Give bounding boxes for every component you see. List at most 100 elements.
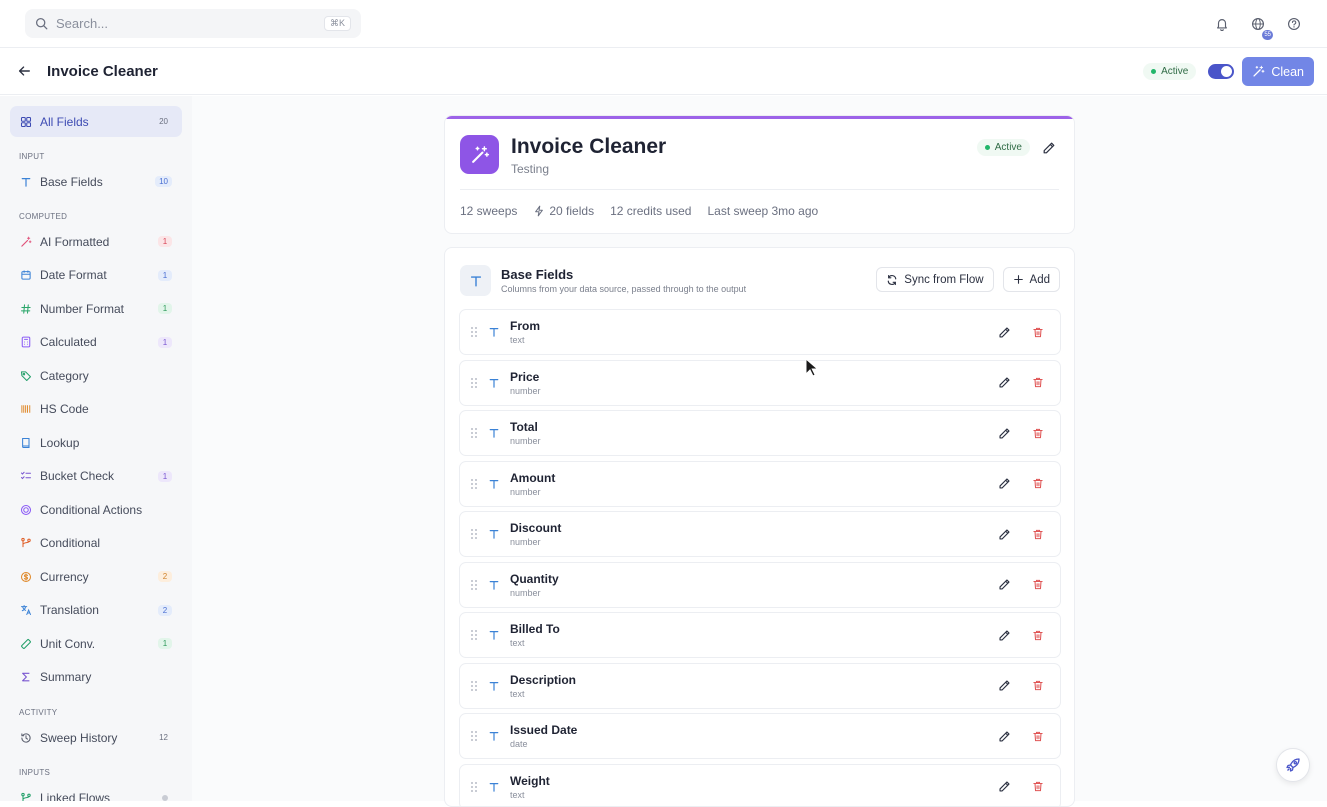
sidebar-item-label: Category [40, 369, 172, 383]
sidebar-item-base-fields[interactable]: Base Fields 10 [10, 166, 182, 197]
drag-handle-icon[interactable] [470, 478, 480, 490]
search-bar[interactable]: Search... ⌘K [25, 9, 361, 38]
sidebar-item-calculated[interactable]: Calculated 1 [10, 327, 182, 358]
bell-icon[interactable] [1212, 14, 1231, 33]
edit-pencil-icon[interactable] [998, 326, 1011, 339]
status-text: Active [995, 142, 1022, 153]
sidebar-item-label: Base Fields [40, 175, 155, 189]
edit-pencil-icon[interactable] [998, 679, 1011, 692]
edit-pencil-icon[interactable] [998, 477, 1011, 490]
drag-handle-icon[interactable] [470, 730, 480, 742]
field-row[interactable]: Weighttext [459, 764, 1061, 807]
trash-icon[interactable] [1032, 326, 1044, 339]
sidebar-item-label: Number Format [40, 302, 158, 316]
field-row[interactable]: Descriptiontext [459, 663, 1061, 709]
field-row[interactable]: Amountnumber [459, 461, 1061, 507]
sidebar-item-conditional-actions[interactable]: Conditional Actions [10, 494, 182, 525]
sidebar-item-summary[interactable]: Summary [10, 662, 182, 693]
wand-icon [1252, 65, 1265, 78]
field-name: Quantity [510, 572, 998, 586]
sidebar-item-count: 1 [158, 337, 172, 348]
field-row[interactable]: Discountnumber [459, 511, 1061, 557]
field-type: text [510, 689, 998, 699]
stats-row: 12 sweeps 20 fields 12 credits used Last… [460, 204, 818, 218]
drag-handle-icon[interactable] [470, 326, 480, 338]
sidebar-item-linked-flows[interactable]: Linked Flows [10, 782, 182, 801]
trash-icon[interactable] [1032, 376, 1044, 389]
field-row[interactable]: Billed Totext [459, 612, 1061, 658]
sidebar-item-sweep-history[interactable]: Sweep History 12 [10, 722, 182, 753]
trash-icon[interactable] [1032, 427, 1044, 440]
search-icon [35, 17, 48, 30]
sidebar-item-label: Conditional Actions [40, 503, 172, 517]
coin-icon [20, 571, 32, 583]
trash-icon[interactable] [1032, 477, 1044, 490]
sidebar-item-count: 1 [158, 303, 172, 314]
globe-icon[interactable]: 55 [1248, 14, 1267, 33]
sidebar-item-translation[interactable]: Translation 2 [10, 595, 182, 626]
ruler-icon [20, 638, 32, 650]
field-row[interactable]: Issued Datedate [459, 713, 1061, 759]
sidebar-item-hs-code[interactable]: HS Code [10, 394, 182, 425]
sidebar-item-label: Calculated [40, 335, 158, 349]
drag-handle-icon[interactable] [470, 629, 480, 641]
sidebar-item-number-format[interactable]: Number Format 1 [10, 293, 182, 324]
book-icon [20, 437, 32, 449]
stat-credits: 12 credits used [610, 204, 691, 218]
field-row[interactable]: Totalnumber [459, 410, 1061, 456]
trash-icon[interactable] [1032, 780, 1044, 793]
sidebar-item-conditional[interactable]: Conditional [10, 528, 182, 559]
field-name: Price [510, 370, 998, 384]
trash-icon[interactable] [1032, 730, 1044, 743]
trash-icon[interactable] [1032, 528, 1044, 541]
sidebar-group-activity: ACTIVITY [19, 708, 57, 717]
edit-pencil-icon[interactable] [998, 629, 1011, 642]
top-bar: Search... ⌘K 55 [0, 0, 1327, 48]
field-row[interactable]: Quantitynumber [459, 562, 1061, 608]
sidebar-item-label: Summary [40, 670, 172, 684]
sidebar-item-bucket-check[interactable]: Bucket Check 1 [10, 461, 182, 492]
drag-handle-icon[interactable] [470, 427, 480, 439]
sidebar-item-unit-conv[interactable]: Unit Conv. 1 [10, 628, 182, 659]
edit-pencil-icon[interactable] [998, 578, 1011, 591]
help-icon[interactable] [1284, 14, 1303, 33]
edit-pencil-icon[interactable] [998, 376, 1011, 389]
sidebar-item-currency[interactable]: Currency 2 [10, 561, 182, 592]
drag-handle-icon[interactable] [470, 781, 480, 793]
edit-pencil-icon[interactable] [998, 427, 1011, 440]
launch-rocket-button[interactable] [1276, 748, 1310, 782]
sidebar-item-date-format[interactable]: Date Format 1 [10, 260, 182, 291]
drag-handle-icon[interactable] [470, 377, 480, 389]
status-badge: Active [1143, 63, 1196, 80]
field-name: Billed To [510, 622, 998, 636]
sync-from-flow-button[interactable]: Sync from Flow [876, 267, 993, 292]
field-type: number [510, 487, 998, 497]
status-dot [985, 145, 990, 150]
trash-icon[interactable] [1032, 629, 1044, 642]
sidebar-item-category[interactable]: Category [10, 360, 182, 391]
active-toggle[interactable] [1208, 64, 1234, 79]
add-field-button[interactable]: Add [1003, 267, 1060, 292]
edit-pencil-icon[interactable] [998, 528, 1011, 541]
drag-handle-icon[interactable] [470, 680, 480, 692]
field-row[interactable]: Pricenumber [459, 360, 1061, 406]
field-row[interactable]: Fromtext [459, 309, 1061, 355]
text-type-icon [488, 377, 500, 389]
sidebar-item-label: Translation [40, 603, 158, 617]
edit-pencil-icon[interactable] [1042, 141, 1056, 155]
target-icon [20, 504, 32, 516]
sidebar-item-lookup[interactable]: Lookup [10, 427, 182, 458]
overview-subtitle: Testing [511, 162, 549, 176]
trash-icon[interactable] [1032, 679, 1044, 692]
field-name: From [510, 319, 998, 333]
edit-pencil-icon[interactable] [998, 730, 1011, 743]
edit-pencil-icon[interactable] [998, 780, 1011, 793]
drag-handle-icon[interactable] [470, 528, 480, 540]
sidebar-item-ai-formatted[interactable]: AI Formatted 1 [10, 226, 182, 257]
sidebar-item-all-fields[interactable]: All Fields 20 [10, 106, 182, 137]
trash-icon[interactable] [1032, 578, 1044, 591]
back-arrow-icon[interactable] [17, 64, 31, 78]
clean-button[interactable]: Clean [1242, 57, 1314, 86]
drag-handle-icon[interactable] [470, 579, 480, 591]
overview-accent-bar [445, 116, 1074, 119]
